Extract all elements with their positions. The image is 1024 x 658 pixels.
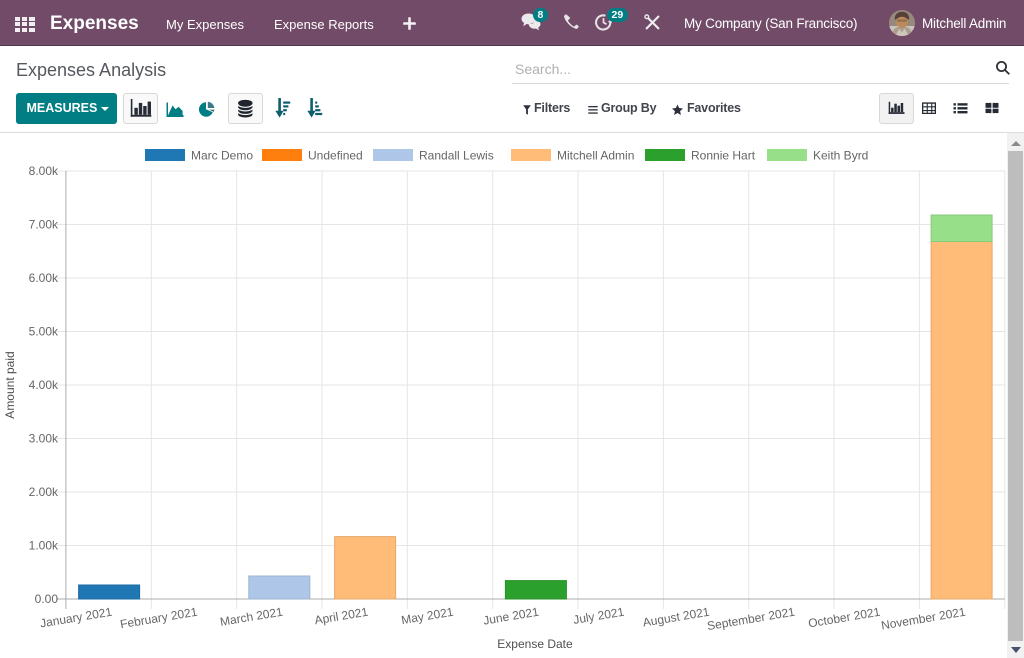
svg-text:8.00k: 8.00k [29,164,59,178]
svg-text:Randall Lewis: Randall Lewis [419,149,494,163]
svg-text:June 2021: June 2021 [482,605,540,628]
svg-text:Keith Byrd: Keith Byrd [813,149,868,163]
svg-text:6.00k: 6.00k [29,271,59,285]
svg-text:Marc Demo: Marc Demo [191,149,253,163]
svg-text:November 2021: November 2021 [880,605,967,633]
svg-text:October 2021: October 2021 [807,605,881,631]
svg-text:0.00: 0.00 [35,592,59,606]
svg-text:August 2021: August 2021 [642,605,711,630]
svg-text:5.00k: 5.00k [29,325,59,339]
svg-text:July 2021: July 2021 [572,605,625,627]
svg-text:May 2021: May 2021 [400,605,455,628]
svg-text:4.00k: 4.00k [29,378,59,392]
svg-text:Mitchell Admin: Mitchell Admin [557,149,634,163]
svg-text:Ronnie Hart: Ronnie Hart [691,149,756,163]
svg-text:2.00k: 2.00k [29,485,59,499]
svg-text:7.00k: 7.00k [29,218,59,232]
svg-text:March 2021: March 2021 [219,605,284,629]
svg-text:September 2021: September 2021 [706,605,796,634]
svg-text:January 2021: January 2021 [39,605,113,631]
svg-text:February 2021: February 2021 [119,605,199,632]
svg-text:Undefined: Undefined [308,149,363,163]
svg-text:1.00k: 1.00k [29,539,59,553]
svg-text:3.00k: 3.00k [29,432,59,446]
svg-text:Expense Date: Expense Date [497,637,573,651]
svg-text:Amount paid: Amount paid [3,351,17,418]
